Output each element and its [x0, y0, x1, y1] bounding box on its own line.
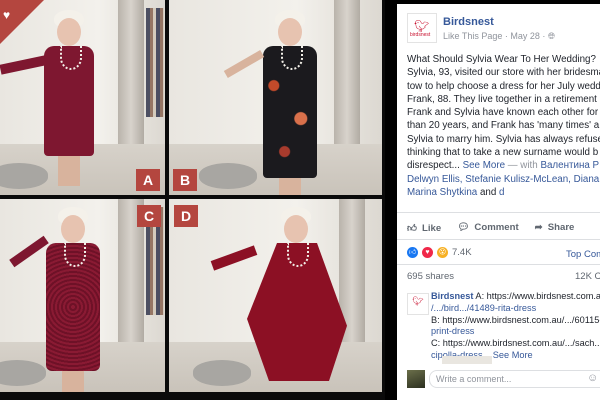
- comment-text: C: https://www.birdsnest.com.au/.../sach…: [431, 338, 600, 349]
- photo-collage[interactable]: ♥ A B C D: [0, 0, 385, 400]
- legs: [62, 371, 84, 392]
- reactions-count: 7.4K: [452, 247, 472, 258]
- others-link[interactable]: d: [499, 187, 504, 198]
- comment-label: Comment: [474, 222, 519, 233]
- pearl-necklace: [287, 243, 309, 267]
- thumbs-up-icon: 👍︎: [407, 223, 418, 234]
- photo-panel-b: B: [169, 0, 382, 195]
- clothes-rack: [146, 8, 164, 117]
- post-line-with-tags: disrespect... See More — with Валентина …: [407, 159, 600, 172]
- post-line: Sylvia to marry him. Sylvia has always r…: [407, 133, 600, 145]
- shares-count[interactable]: 695 shares: [407, 271, 454, 282]
- and-text: and: [477, 186, 500, 198]
- post-line: Sylvia, 93, visited our store with her b…: [407, 67, 600, 79]
- head: [284, 215, 308, 243]
- post-meta: Like This Page · May 28 · 🌐︎: [443, 31, 555, 42]
- share-arrow-icon: ➦: [534, 222, 543, 233]
- divider: [397, 212, 600, 213]
- post-line: tow to help choose a dress for her July …: [407, 80, 600, 92]
- comment-text: B: https://www.birdsnest.com.au/.../6011…: [431, 314, 600, 325]
- arm: [9, 235, 49, 268]
- post-line: Frank, 88. They live together in a retir…: [407, 93, 597, 105]
- arm: [0, 55, 47, 75]
- with-prefix: — with: [505, 160, 541, 172]
- bird-logo-icon: 🐦︎: [414, 19, 430, 33]
- tagged-users-line[interactable]: Delwyn Ellis, Stefanie Kulisz-McLean, Di…: [407, 173, 600, 186]
- share-button[interactable]: ➦ Share: [535, 222, 575, 234]
- photo-panel-d: D: [169, 199, 382, 392]
- post-text: What Should Sylvia Wear To Her Wedding? …: [407, 53, 600, 199]
- corner-tag: [0, 0, 44, 44]
- top-comments-dropdown[interactable]: Top Com: [566, 249, 600, 260]
- comment-link[interactable]: /.../bird.../41489-rita-dress: [431, 303, 600, 315]
- photo-panel-c: C: [0, 199, 165, 392]
- facebook-post-panel: 🐦︎ birdsnest Birdsnest Like This Page · …: [397, 4, 600, 400]
- head: [61, 215, 85, 243]
- legs: [58, 156, 80, 186]
- share-label: Share: [547, 222, 575, 233]
- current-user-avatar: [407, 370, 425, 388]
- head: [57, 18, 81, 46]
- post-line: thinking that to take a new surname woul…: [407, 147, 599, 159]
- label-b: B: [173, 169, 197, 191]
- pouf: [193, 360, 251, 386]
- arm: [223, 50, 265, 78]
- post-line: than 20 years, and Frank has 'many times…: [407, 120, 600, 132]
- comment-body: Birdsnest A: https://www.birdsnest.com.a…: [431, 291, 600, 362]
- label-a: A: [136, 169, 160, 191]
- comment-line-1: Birdsnest A: https://www.birdsnest.com.a…: [431, 291, 600, 303]
- label-d: D: [174, 205, 198, 227]
- post-line: Frank and Sylvia have known each other f…: [407, 107, 599, 119]
- tagged-users-line: Marina Shytkina and d: [407, 186, 600, 199]
- heart-icon: ♥: [3, 8, 11, 22]
- tagged-user-link[interactable]: Валентина Р: [540, 160, 599, 171]
- page-name-link[interactable]: Birdsnest: [443, 16, 494, 28]
- pearl-necklace: [281, 46, 303, 70]
- page-avatar[interactable]: 🐦︎ birdsnest: [407, 13, 437, 43]
- like-page-date[interactable]: Like This Page · May 28 ·: [443, 31, 548, 41]
- reactions-summary[interactable]: 👍︎ ♥ 😮︎ 7.4K: [407, 247, 472, 258]
- see-more-link[interactable]: See More: [463, 160, 505, 171]
- like-button[interactable]: 👍︎ Like: [407, 222, 441, 234]
- comment-author-link[interactable]: Birdsnest: [431, 291, 473, 301]
- divider: [397, 264, 600, 265]
- comment-text: A: https://www.birdsnest.com.au: [473, 291, 600, 301]
- speech-bubble-icon: 💬︎: [457, 222, 470, 233]
- pearl-necklace: [64, 243, 86, 267]
- comments-count[interactable]: 12K Co: [575, 271, 600, 282]
- post-actions: 👍︎ Like 💬︎ Comment ➦ Share: [407, 222, 574, 234]
- comment-link[interactable]: print-dress: [431, 326, 600, 338]
- legs: [279, 178, 301, 195]
- gutter: [385, 0, 397, 400]
- arm: [210, 245, 258, 271]
- bird-logo-icon: 🐦︎: [412, 296, 424, 306]
- tagged-user-link[interactable]: Marina Shytkina: [407, 187, 477, 198]
- comment-preview-image[interactable]: [442, 356, 492, 364]
- post-line: What Should Sylvia Wear To Her Wedding?: [407, 54, 596, 65]
- pearl-necklace: [60, 46, 82, 70]
- post-line: disrespect...: [407, 160, 460, 172]
- commenter-avatar[interactable]: 🐦︎: [407, 293, 429, 315]
- photo-panel-a: ♥ A: [0, 0, 165, 195]
- logo-brand-text: birdsnest: [410, 32, 431, 38]
- label-c: C: [137, 205, 161, 227]
- pouf: [199, 163, 257, 189]
- write-comment-box: Write a comment... ☺: [407, 370, 600, 388]
- divider: [397, 239, 600, 240]
- emoji-icon[interactable]: ☺: [587, 370, 598, 387]
- like-reaction-icon: 👍︎: [407, 247, 418, 258]
- wow-reaction-icon: 😮︎: [437, 247, 448, 258]
- like-label: Like: [422, 223, 442, 234]
- comment-input[interactable]: Write a comment...: [429, 370, 600, 388]
- love-reaction-icon: ♥: [422, 247, 433, 258]
- head: [278, 18, 302, 46]
- comment-button[interactable]: 💬︎ Comment: [457, 222, 518, 234]
- globe-icon: 🌐︎: [547, 31, 556, 41]
- see-more-link[interactable]: See More: [493, 350, 533, 360]
